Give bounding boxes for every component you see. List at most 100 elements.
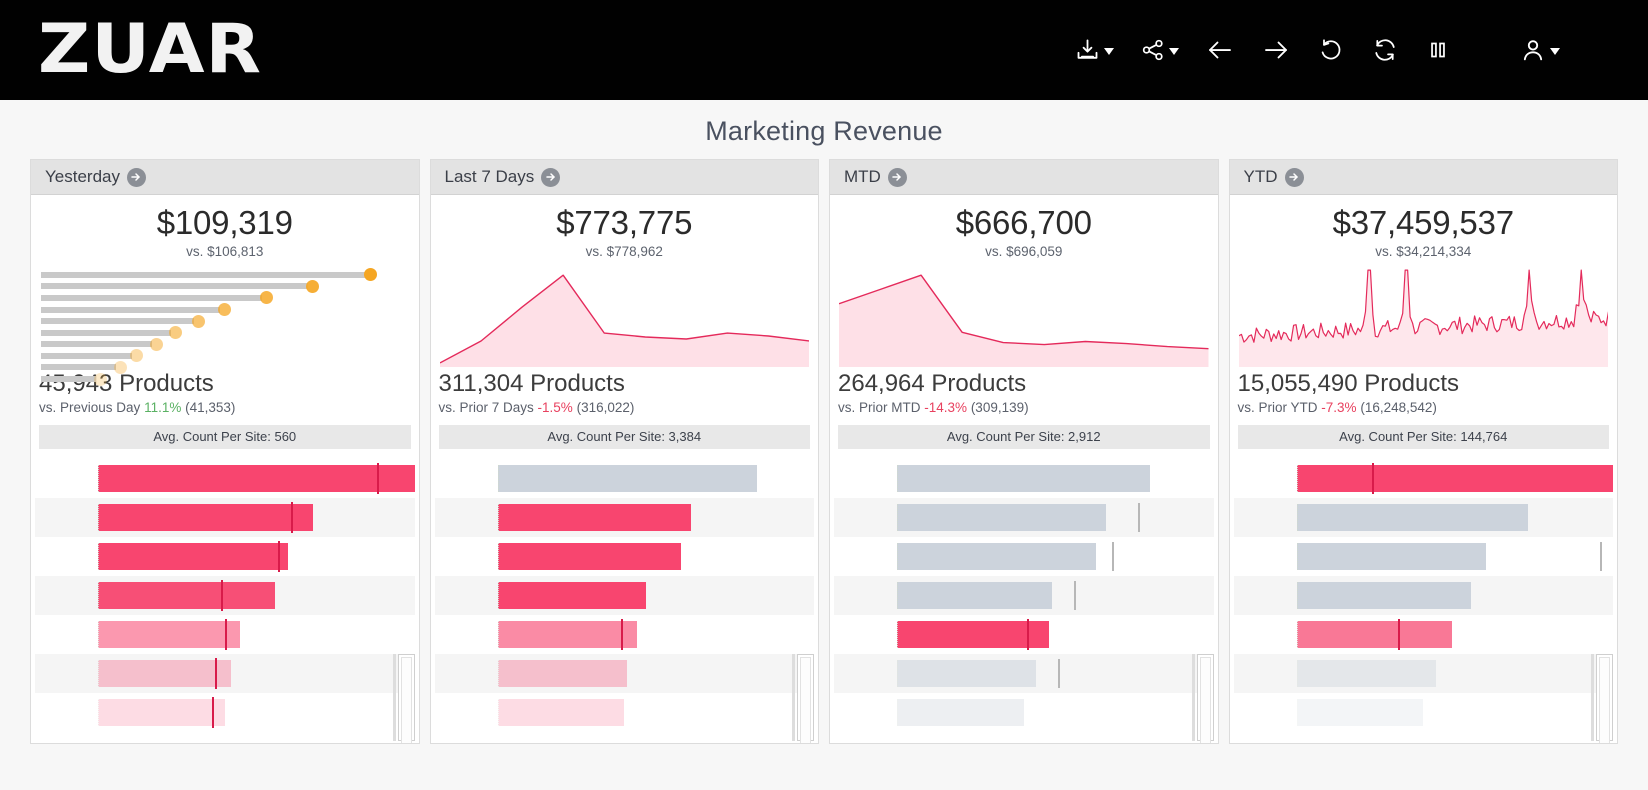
lollipop-row (41, 326, 411, 340)
products-value: 264,964 Products (838, 369, 1027, 397)
bar-fill (897, 464, 1151, 492)
bar-reference-marker (291, 501, 294, 533)
bar-row[interactable] (834, 537, 1214, 576)
pause-icon[interactable] (1425, 37, 1451, 63)
bar-plot (897, 498, 1214, 537)
zuar-logo: ZUAR (38, 10, 263, 89)
kpi-block: $666,700 vs. $696,059 (830, 195, 1218, 259)
bar-plot (497, 615, 815, 654)
bar-row[interactable] (35, 653, 415, 693)
bar-rows (830, 459, 1218, 743)
comparison-label: vs. Prior 7 Days (438, 399, 534, 415)
bar-reference-marker (1112, 541, 1115, 571)
undo-icon[interactable] (1317, 36, 1345, 64)
arrow-right-circle-icon[interactable] (1284, 167, 1304, 187)
bar-row[interactable] (1234, 615, 1614, 654)
download-icon[interactable] (1074, 37, 1114, 64)
bar-row[interactable] (834, 575, 1214, 615)
bar-row[interactable] (834, 693, 1214, 732)
bar-row[interactable] (1234, 693, 1614, 732)
forward-arrow-icon[interactable] (1261, 35, 1291, 65)
bar-fill (1296, 464, 1613, 492)
avg-count-banner: Avg. Count Per Site: 3,384 (438, 424, 810, 449)
bar-label-gutter (35, 576, 98, 615)
bar-fill (98, 581, 276, 609)
bar-plot (1296, 654, 1614, 693)
bar-row[interactable] (1234, 537, 1614, 576)
bar-fill (98, 698, 225, 726)
scrollbar-thumb[interactable] (1599, 657, 1610, 743)
bar-fill (1296, 581, 1471, 609)
products-block: 15,055,490 Products vs. Prior YTD -7.3% … (1230, 367, 1618, 415)
vertical-scrollbar[interactable] (397, 654, 415, 743)
vertical-scrollbar[interactable] (1596, 654, 1613, 743)
scrollbar-thumb[interactable] (800, 657, 811, 743)
arrow-right-circle-icon[interactable] (126, 167, 146, 187)
vertical-scrollbar[interactable] (1196, 654, 1214, 743)
bar-row[interactable] (35, 459, 415, 498)
comparison-prior: (41,353) (185, 399, 236, 415)
bar-row[interactable] (1234, 459, 1613, 498)
bar-fill (897, 581, 1053, 609)
chevron-down-icon[interactable] (1104, 48, 1114, 55)
bar-label-gutter (435, 693, 498, 732)
scrollbar-thumb[interactable] (400, 657, 412, 743)
bar-row[interactable] (834, 497, 1214, 537)
bar-plot (497, 654, 815, 693)
bar-reference-marker (221, 579, 224, 611)
scrollbar-thumb[interactable] (1199, 657, 1211, 743)
bar-label-gutter (834, 654, 897, 693)
user-icon[interactable] (1519, 36, 1560, 64)
bar-fill (497, 698, 625, 726)
vertical-scrollbar[interactable] (797, 654, 814, 743)
card-header: MTD (830, 160, 1218, 195)
refresh-icon[interactable] (1371, 36, 1399, 64)
bar-plot (98, 615, 415, 654)
bar-row[interactable] (435, 537, 815, 576)
bar-fill (497, 620, 637, 648)
bar-plot (98, 693, 415, 732)
bar-row[interactable] (1233, 653, 1614, 693)
comparison-prior: (309,139) (970, 399, 1029, 415)
bar-row[interactable] (834, 653, 1214, 693)
bar-row[interactable] (435, 693, 815, 732)
bar-rows (431, 459, 819, 743)
share-icon[interactable] (1140, 37, 1179, 63)
bar-label-gutter (435, 459, 498, 498)
bar-fill (1296, 698, 1424, 726)
avg-count-banner: Avg. Count Per Site: 2,912 (838, 424, 1210, 449)
bar-row[interactable] (834, 615, 1214, 654)
lollipop-dot (191, 314, 205, 328)
card-header: Last 7 Days (430, 160, 818, 195)
bar-row[interactable] (434, 497, 814, 537)
bar-row[interactable] (435, 459, 815, 498)
card-title: YTD (1243, 167, 1278, 186)
bar-row[interactable] (35, 575, 415, 615)
products-value: 311,304 Products (438, 369, 625, 397)
bar-plot (897, 576, 1214, 615)
arrow-right-circle-icon[interactable] (541, 167, 561, 187)
bar-row[interactable] (435, 615, 815, 654)
bar-row[interactable] (834, 459, 1214, 498)
comparison-label: vs. Prior YTD (1237, 399, 1318, 415)
bar-row[interactable] (35, 497, 415, 537)
bar-row[interactable] (35, 537, 415, 576)
bar-row[interactable] (434, 653, 815, 693)
bar-label-gutter (834, 537, 897, 576)
comparison-prior: (16,248,542) (1360, 399, 1437, 415)
bar-fill (897, 542, 1097, 570)
arrow-right-circle-icon[interactable] (887, 167, 907, 187)
bar-plot (98, 459, 415, 498)
bar-plot (98, 498, 415, 537)
back-arrow-icon[interactable] (1205, 35, 1235, 65)
bullet-bar-chart (830, 449, 1218, 743)
bar-row[interactable] (1233, 575, 1613, 615)
bar-row[interactable] (35, 693, 415, 732)
bar-label-gutter (1234, 654, 1297, 693)
chevron-down-icon[interactable] (1169, 48, 1179, 55)
bar-row[interactable] (1233, 497, 1613, 537)
chevron-down-icon[interactable] (1550, 48, 1560, 55)
bar-row[interactable] (35, 615, 415, 654)
bar-fill (897, 503, 1106, 531)
bar-row[interactable] (434, 575, 814, 615)
